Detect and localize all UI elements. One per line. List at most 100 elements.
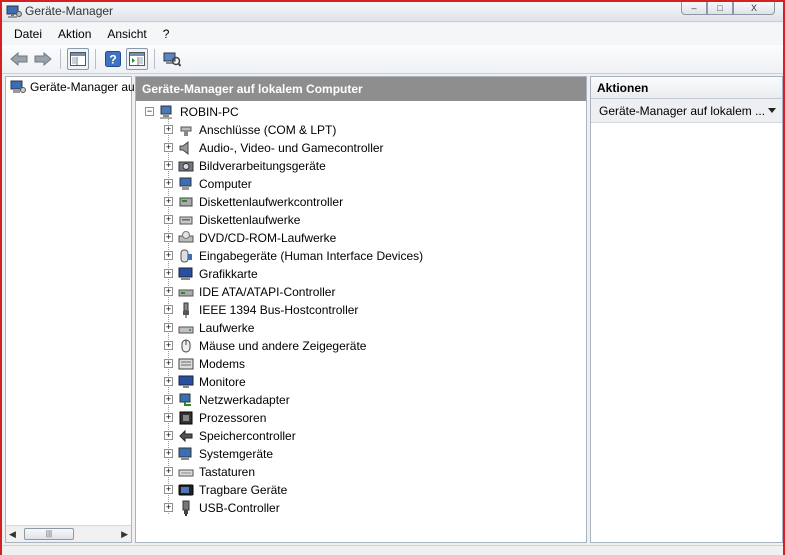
device-manager-icon xyxy=(10,80,26,93)
tree-item-label: Mäuse und andere Zeigegeräte xyxy=(199,339,367,353)
tree-item-label: Prozessoren xyxy=(199,411,267,425)
expand-icon[interactable]: + xyxy=(164,233,173,242)
scan-hardware-button[interactable] xyxy=(161,48,183,70)
tree-item-mouse[interactable]: + Mäuse und andere Zeigegeräte xyxy=(136,337,586,355)
processor-icon xyxy=(179,411,193,425)
tree-item-storage-controller[interactable]: + Speichercontroller xyxy=(136,427,586,445)
chevron-down-icon[interactable] xyxy=(768,108,776,113)
tree-item-hid[interactable]: + Eingabegeräte (Human Interface Devices) xyxy=(136,247,586,265)
tree-item-modem[interactable]: + Modems xyxy=(136,355,586,373)
tree-item-portable-device[interactable]: + Tragbare Geräte xyxy=(136,481,586,499)
tree-item-label: Tastaturen xyxy=(199,465,256,479)
expand-icon[interactable]: + xyxy=(164,269,173,278)
menu-aktion[interactable]: Aktion xyxy=(50,27,99,41)
title-bar[interactable]: Geräte-Manager – □ X xyxy=(2,2,783,22)
expand-icon[interactable]: + xyxy=(164,215,173,224)
close-button[interactable]: X xyxy=(733,2,775,15)
tree-item-system-device[interactable]: + Systemgeräte xyxy=(136,445,586,463)
device-tree-header: Geräte-Manager auf lokalem Computer xyxy=(136,77,586,101)
expand-icon[interactable]: + xyxy=(164,197,173,206)
tree-root-label: ROBIN-PC xyxy=(180,105,239,119)
menu-bar: Datei Aktion Ansicht ? xyxy=(2,23,783,45)
tree-item-processor[interactable]: + Prozessoren xyxy=(136,409,586,427)
horizontal-scrollbar[interactable]: ◀ ||| ▶ xyxy=(6,525,131,542)
expand-icon[interactable]: + xyxy=(164,161,173,170)
tree-item-firewire[interactable]: + IEEE 1394 Bus-Hostcontroller xyxy=(136,301,586,319)
tree-item-port[interactable]: + Anschlüsse (COM & LPT) xyxy=(136,121,586,139)
tree-item-computer[interactable]: + Computer xyxy=(136,175,586,193)
expand-icon[interactable]: + xyxy=(164,485,173,494)
tree-item-keyboard[interactable]: + Tastaturen xyxy=(136,463,586,481)
console-tree-root[interactable]: Geräte-Manager au xyxy=(10,80,135,94)
expand-icon[interactable]: + xyxy=(164,251,173,260)
actions-pane: Aktionen Geräte-Manager auf lokalem ... xyxy=(590,76,783,543)
tree-item-label: IDE ATA/ATAPI-Controller xyxy=(199,285,336,299)
action-item-label: Geräte-Manager auf lokalem ... xyxy=(599,104,766,118)
minimize-icon: – xyxy=(691,3,697,13)
tree-item-floppy-drive[interactable]: + Diskettenlaufwerke xyxy=(136,211,586,229)
storage-controller-icon xyxy=(179,429,193,443)
menu-datei[interactable]: Datei xyxy=(6,27,50,41)
modem-icon xyxy=(178,358,194,370)
system-device-icon xyxy=(178,447,192,460)
maximize-icon: □ xyxy=(717,3,723,13)
expand-icon[interactable]: + xyxy=(164,467,173,476)
expand-icon[interactable]: + xyxy=(164,431,173,440)
expand-icon[interactable]: + xyxy=(164,287,173,296)
toolbar-separator xyxy=(154,49,155,69)
tree-item-dvd-drive[interactable]: + DVD/CD-ROM-Laufwerke xyxy=(136,229,586,247)
scroll-left-icon[interactable]: ◀ xyxy=(9,529,16,540)
keyboard-icon xyxy=(178,469,194,477)
expand-icon[interactable]: + xyxy=(164,305,173,314)
console-tree-pane[interactable]: Geräte-Manager au ◀ ||| ▶ xyxy=(5,76,135,543)
expand-icon[interactable]: + xyxy=(164,413,173,422)
expand-icon[interactable]: + xyxy=(164,395,173,404)
tree-item-display-adapter[interactable]: + Grafikkarte xyxy=(136,265,586,283)
status-bar xyxy=(2,545,783,555)
show-hide-tree-button[interactable] xyxy=(67,48,89,70)
expand-icon[interactable]: + xyxy=(164,341,173,350)
tree-item-label: Eingabegeräte (Human Interface Devices) xyxy=(199,249,424,263)
help-button[interactable]: ? xyxy=(102,48,124,70)
display-adapter-icon xyxy=(178,267,193,280)
tree-item-label: Tragbare Geräte xyxy=(199,483,288,497)
window-title: Geräte-Manager xyxy=(25,4,114,18)
computer-icon xyxy=(179,177,192,190)
expand-icon[interactable]: + xyxy=(164,125,173,134)
menu-ansicht[interactable]: Ansicht xyxy=(99,27,154,41)
back-button[interactable] xyxy=(8,48,30,70)
expand-icon[interactable]: + xyxy=(164,323,173,332)
menu-help[interactable]: ? xyxy=(155,27,178,41)
tree-item-monitor[interactable]: + Monitore xyxy=(136,373,586,391)
tree-item-disk-drive[interactable]: + Laufwerke xyxy=(136,319,586,337)
back-icon xyxy=(10,52,28,66)
maximize-button[interactable]: □ xyxy=(707,2,733,15)
toolbar-separator xyxy=(95,49,96,69)
tree-item-camera[interactable]: + Bildverarbeitungsgeräte xyxy=(136,157,586,175)
collapse-icon[interactable]: − xyxy=(145,107,154,116)
ide-controller-icon xyxy=(178,289,194,297)
scroll-right-icon[interactable]: ▶ xyxy=(121,529,128,540)
tree-item-floppy-controller[interactable]: + Diskettenlaufwerkcontroller xyxy=(136,193,586,211)
show-hide-action-pane-button[interactable] xyxy=(126,48,148,70)
device-manager-icon xyxy=(6,5,22,18)
tree-root[interactable]: − ROBIN-PC xyxy=(136,103,586,121)
svg-text:?: ? xyxy=(109,53,116,67)
tree-item-usb[interactable]: + USB-Controller xyxy=(136,499,586,517)
minimize-button[interactable]: – xyxy=(681,2,707,15)
dvd-drive-icon xyxy=(178,231,194,243)
tree-item-speaker[interactable]: + Audio-, Video- und Gamecontroller xyxy=(136,139,586,157)
tree-item-label: Systemgeräte xyxy=(199,447,274,461)
expand-icon[interactable]: + xyxy=(164,143,173,152)
expand-icon[interactable]: + xyxy=(164,503,173,512)
action-item[interactable]: Geräte-Manager auf lokalem ... xyxy=(591,99,782,123)
tree-item-ide-controller[interactable]: + IDE ATA/ATAPI-Controller xyxy=(136,283,586,301)
scrollbar-thumb[interactable]: ||| xyxy=(24,528,74,540)
tree-item-network-adapter[interactable]: + Netzwerkadapter xyxy=(136,391,586,409)
expand-icon[interactable]: + xyxy=(164,449,173,458)
expand-icon[interactable]: + xyxy=(164,359,173,368)
forward-button[interactable] xyxy=(32,48,54,70)
expand-icon[interactable]: + xyxy=(164,179,173,188)
tree-item-label: Audio-, Video- und Gamecontroller xyxy=(199,141,384,155)
expand-icon[interactable]: + xyxy=(164,377,173,386)
